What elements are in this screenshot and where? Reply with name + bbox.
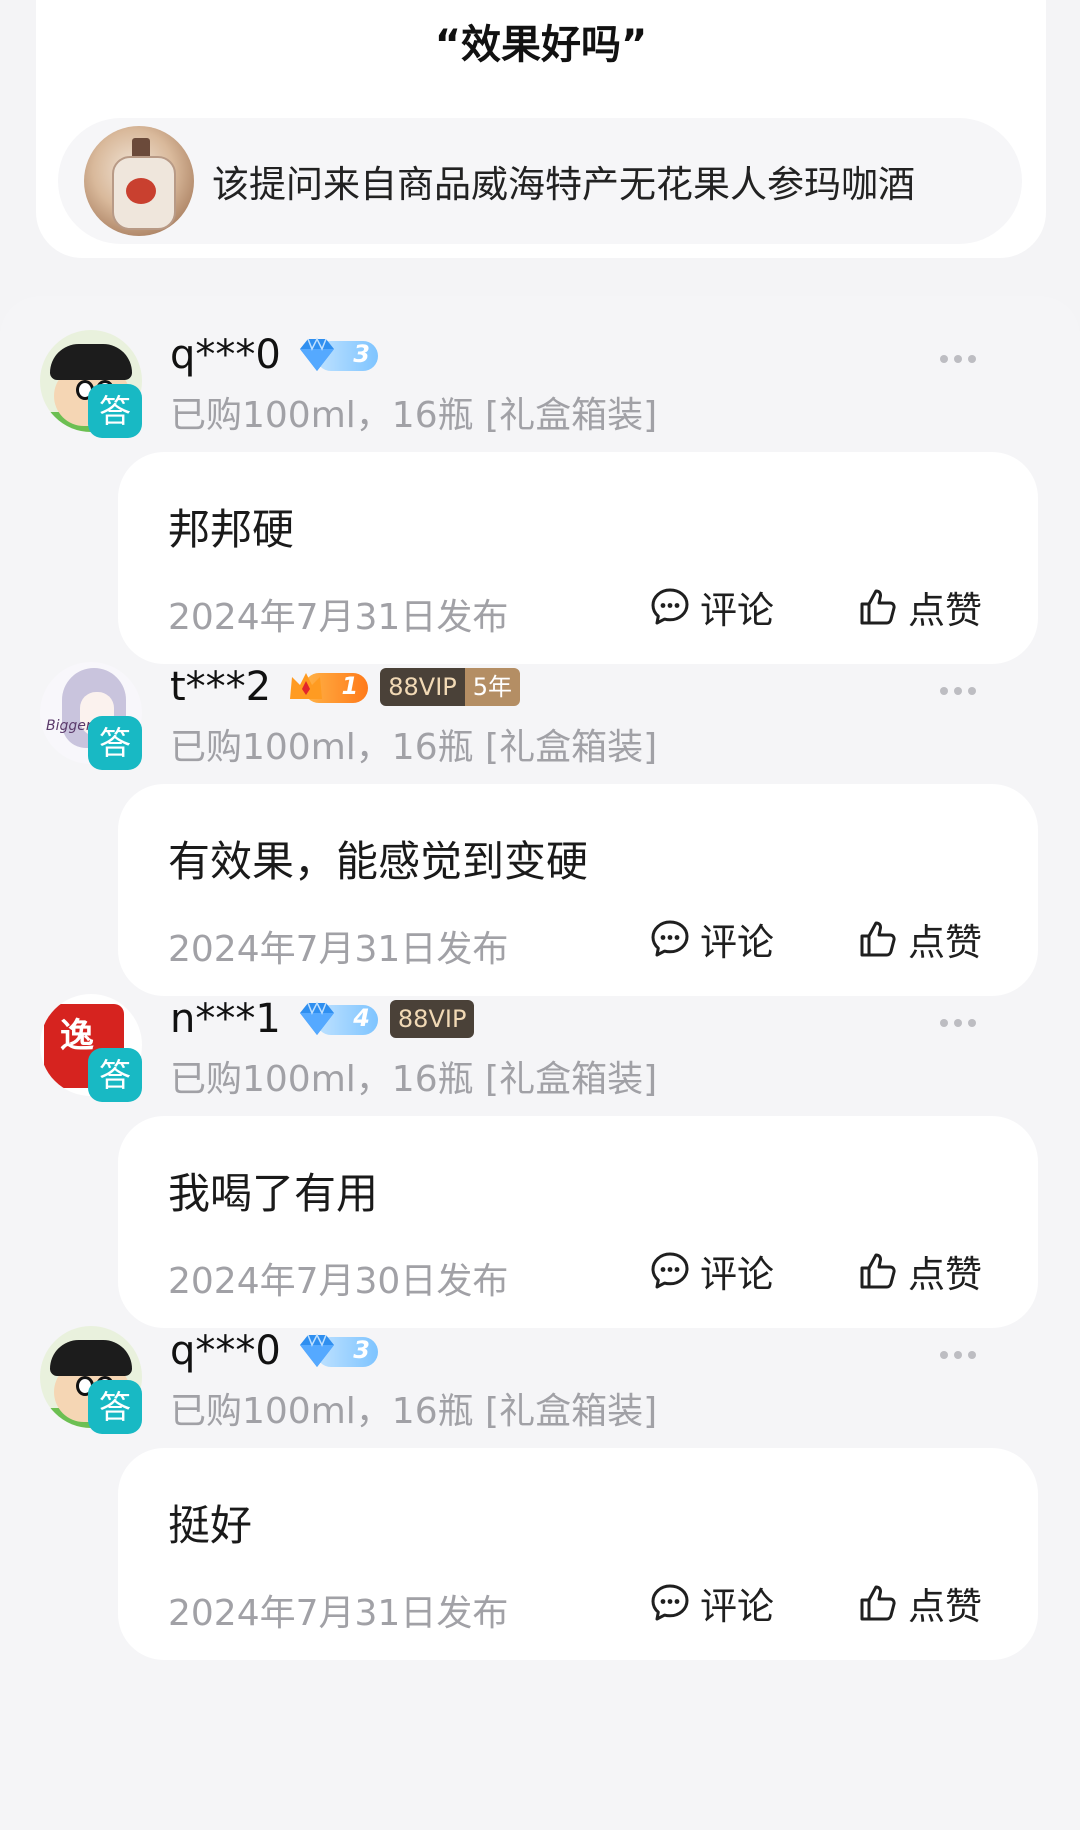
level-badge: 3 bbox=[296, 1331, 380, 1371]
vip-badge: 88VIP 5年 bbox=[380, 668, 521, 706]
like-button[interactable]: 点赞 bbox=[856, 582, 982, 632]
level-number: 1 bbox=[341, 672, 359, 700]
comment-bubble-icon bbox=[651, 1252, 689, 1289]
answer-tag-badge: 答 bbox=[88, 1048, 142, 1102]
answer-item: 答 q***0 3 已购100ml，16瓶 [礼盒箱装] 邦邦硬 2024年7月… bbox=[0, 296, 1080, 666]
username[interactable]: n***1 bbox=[170, 996, 281, 1042]
diamond-icon bbox=[299, 1333, 334, 1367]
crown-icon bbox=[290, 673, 323, 699]
vip-label: 88VIP bbox=[380, 668, 465, 706]
more-dots-icon[interactable] bbox=[940, 348, 984, 363]
answer-tag-badge: 答 bbox=[88, 1380, 142, 1434]
user-info-row: q***0 3 bbox=[170, 332, 380, 380]
purchase-info: 已购100ml，16瓶 [礼盒箱装] bbox=[170, 1059, 658, 1100]
like-label: 点赞 bbox=[908, 589, 982, 632]
comment-label: 评论 bbox=[700, 1253, 774, 1296]
product-source-link[interactable]: 该提问来自商品威海特产无花果人参玛咖酒 bbox=[58, 118, 1022, 244]
product-thumbnail bbox=[84, 126, 194, 236]
thumbs-up-icon bbox=[860, 1253, 896, 1289]
publish-date: 2024年7月31日发布 bbox=[168, 1593, 509, 1634]
like-button[interactable]: 点赞 bbox=[856, 1578, 982, 1628]
level-number: 3 bbox=[353, 1336, 370, 1364]
more-dots-icon[interactable] bbox=[940, 680, 984, 695]
comment-button[interactable]: 评论 bbox=[648, 1246, 774, 1296]
purchase-info: 已购100ml，16瓶 [礼盒箱装] bbox=[170, 1391, 658, 1432]
diamond-icon bbox=[299, 337, 334, 371]
question-title: “效果好吗” bbox=[434, 22, 648, 68]
username[interactable]: q***0 bbox=[170, 1328, 281, 1374]
comment-button[interactable]: 评论 bbox=[648, 582, 774, 632]
like-label: 点赞 bbox=[908, 1585, 982, 1628]
avatar-text: 逸 bbox=[60, 1016, 94, 1056]
purchase-info: 已购100ml，16瓶 [礼盒箱装] bbox=[170, 395, 658, 436]
answer-item: 答 q***0 3 已购100ml，16瓶 [礼盒箱装] 挺好 2024年7月3… bbox=[0, 1292, 1080, 1662]
thumbs-up-icon bbox=[860, 589, 896, 625]
like-button[interactable]: 点赞 bbox=[856, 1246, 982, 1296]
answer-bubble: 挺好 2024年7月31日发布 评论 点赞 bbox=[118, 1448, 1038, 1660]
more-dots-icon[interactable] bbox=[940, 1012, 984, 1027]
level-number: 3 bbox=[353, 340, 370, 368]
username[interactable]: q***0 bbox=[170, 332, 281, 378]
thumbs-up-icon bbox=[860, 921, 896, 957]
level-badge: 3 bbox=[296, 335, 380, 375]
level-badge: 1 bbox=[286, 667, 370, 707]
answer-item: Bigger 答 t***2 1 88VIP 5年 已购100ml，16瓶 [礼盒箱… bbox=[0, 628, 1080, 998]
answer-tag-badge: 答 bbox=[88, 384, 142, 438]
answer-text: 有效果，能感觉到变硬 bbox=[168, 837, 589, 886]
thumbs-up-icon bbox=[860, 1585, 896, 1621]
like-label: 点赞 bbox=[908, 1253, 982, 1296]
user-info-row: q***0 3 bbox=[170, 1328, 380, 1376]
comment-bubble-icon bbox=[651, 920, 689, 957]
comment-button[interactable]: 评论 bbox=[648, 914, 774, 964]
comment-button[interactable]: 评论 bbox=[648, 1578, 774, 1628]
more-dots-icon[interactable] bbox=[940, 1344, 984, 1359]
comment-bubble-icon bbox=[651, 1584, 689, 1621]
username[interactable]: t***2 bbox=[170, 664, 271, 710]
comment-label: 评论 bbox=[700, 921, 774, 964]
level-badge: 4 bbox=[296, 999, 380, 1039]
like-button[interactable]: 点赞 bbox=[856, 914, 982, 964]
purchase-info: 已购100ml，16瓶 [礼盒箱装] bbox=[170, 727, 658, 768]
answers-list: 答 q***0 3 已购100ml，16瓶 [礼盒箱装] 邦邦硬 2024年7月… bbox=[0, 296, 1080, 1830]
vip-badge: 88VIP bbox=[389, 1000, 475, 1038]
user-info-row: t***2 1 88VIP 5年 bbox=[170, 664, 521, 712]
like-label: 点赞 bbox=[908, 921, 982, 964]
comment-label: 评论 bbox=[700, 589, 774, 632]
qa-page: “效果好吗” 该提问来自商品威海特产无花果人参玛咖酒 答 q***0 3 已购1… bbox=[0, 0, 1080, 1830]
answer-text: 邦邦硬 bbox=[168, 505, 295, 554]
vip-years: 5年 bbox=[464, 668, 521, 706]
answer-tag-badge: 答 bbox=[88, 716, 142, 770]
comment-bubble-icon bbox=[651, 588, 689, 625]
user-info-row: n***1 4 88VIP bbox=[170, 996, 475, 1044]
comment-label: 评论 bbox=[700, 1585, 774, 1628]
answer-item: 逸 答 n***1 4 88VIP 已购100ml，16瓶 [礼盒箱装] 我喝了有… bbox=[0, 960, 1080, 1330]
diamond-icon bbox=[299, 1001, 334, 1035]
product-source-text: 该提问来自商品威海特产无花果人参玛咖酒 bbox=[212, 163, 915, 206]
answer-text: 我喝了有用 bbox=[168, 1169, 379, 1218]
answer-text: 挺好 bbox=[168, 1501, 253, 1550]
vip-label: 88VIP bbox=[389, 1000, 475, 1038]
level-number: 4 bbox=[353, 1004, 370, 1032]
question-card: “效果好吗” 该提问来自商品威海特产无花果人参玛咖酒 bbox=[36, 0, 1046, 258]
